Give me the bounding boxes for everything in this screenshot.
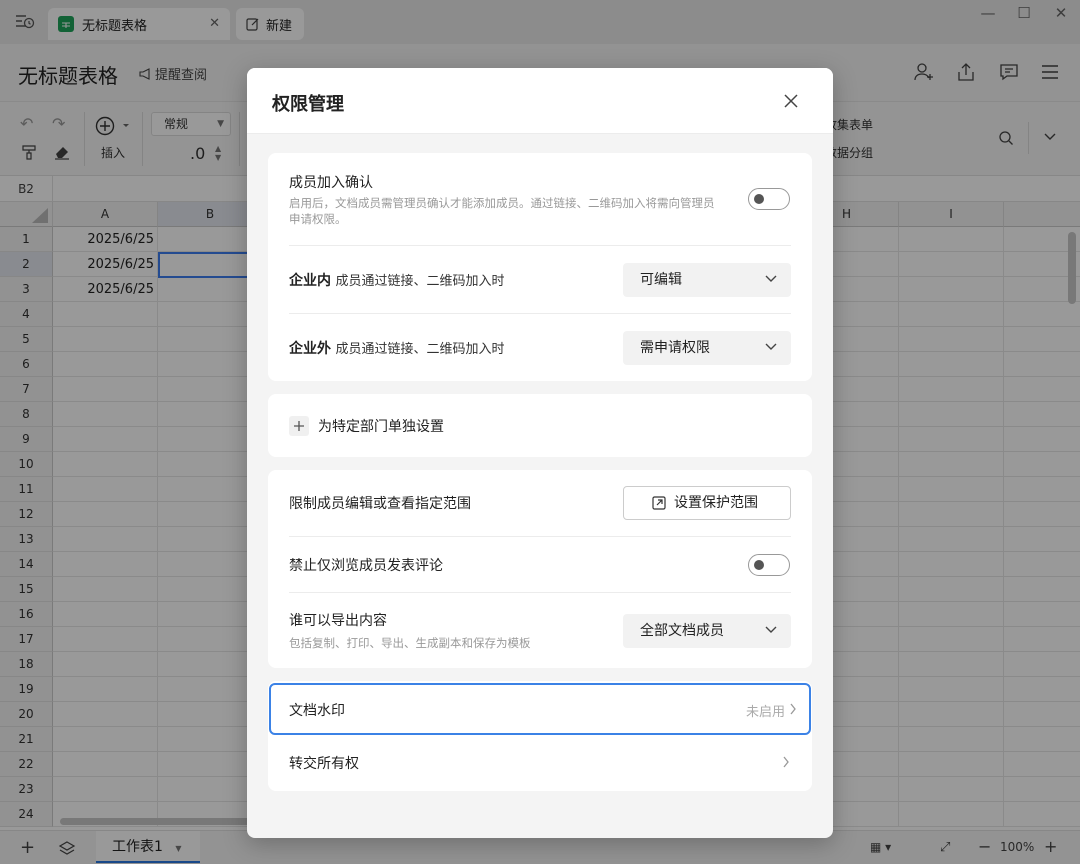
export-permission-value: 全部文档成员 xyxy=(640,623,724,639)
export-permission-select[interactable]: 全部文档成员 xyxy=(623,614,791,648)
external-bold: 企业外 xyxy=(289,341,331,357)
advanced-card: 文档水印 未启用 转交所有权 xyxy=(268,681,812,791)
chevron-right-icon xyxy=(789,703,797,715)
watermark-status: 未启用 xyxy=(745,705,785,720)
divider xyxy=(289,536,791,537)
internal-permission-value: 可编辑 xyxy=(640,272,682,288)
plus-icon xyxy=(289,416,309,436)
external-join-label: 企业外 成员通过链接、二维码加入时 xyxy=(289,338,504,358)
restriction-card: 限制成员编辑或查看指定范围 设置保护范围 禁止仅浏览成员发表评论 谁可以导出内容… xyxy=(268,470,812,668)
member-join-label: 成员加入确认 xyxy=(289,175,373,191)
export-label: 谁可以导出内容 xyxy=(289,613,387,629)
external-link-icon xyxy=(652,496,666,510)
chevron-down-icon xyxy=(765,626,777,634)
no-comment-label: 禁止仅浏览成员发表评论 xyxy=(289,558,443,574)
member-join-description: 启用后，文档成员需管理员确认才能添加成员。通过链接、二维码加入将需向管理员申请权… xyxy=(289,196,715,226)
internal-text: 成员通过链接、二维码加入时 xyxy=(335,274,505,289)
set-protection-range-label: 设置保护范围 xyxy=(674,495,758,511)
dept-setting-label: 为特定部门单独设置 xyxy=(318,419,444,435)
internal-bold: 企业内 xyxy=(289,273,331,289)
permission-dialog: 权限管理 成员加入确认 启用后，文档成员需管理员确认才能添加成员。通过链接、二维… xyxy=(247,68,833,838)
internal-permission-select[interactable]: 可编辑 xyxy=(623,263,791,297)
divider xyxy=(289,245,791,246)
transfer-ownership-row[interactable]: 转交所有权 xyxy=(268,739,812,789)
chevron-down-icon xyxy=(765,343,777,351)
dialog-header: 权限管理 xyxy=(247,68,833,134)
join-settings-card: 成员加入确认 启用后，文档成员需管理员确认才能添加成员。通过链接、二维码加入将需… xyxy=(268,153,812,381)
chevron-down-icon xyxy=(765,275,777,283)
watermark-row[interactable]: 文档水印 未启用 xyxy=(269,683,811,735)
member-join-toggle[interactable] xyxy=(748,188,790,210)
dept-setting-card[interactable]: 为特定部门单独设置 xyxy=(268,394,812,457)
divider xyxy=(289,313,791,314)
chevron-right-icon xyxy=(782,756,790,768)
close-icon[interactable] xyxy=(783,93,799,109)
transfer-ownership-label: 转交所有权 xyxy=(289,756,359,772)
restrict-range-label: 限制成员编辑或查看指定范围 xyxy=(289,496,471,512)
no-comment-toggle[interactable] xyxy=(748,554,790,576)
internal-join-label: 企业内 成员通过链接、二维码加入时 xyxy=(289,270,504,290)
set-protection-range-button[interactable]: 设置保护范围 xyxy=(623,486,791,520)
watermark-label: 文档水印 xyxy=(289,703,345,719)
external-permission-value: 需申请权限 xyxy=(640,340,710,356)
export-description: 包括复制、打印、导出、生成副本和保存为模板 xyxy=(289,636,531,650)
external-permission-select[interactable]: 需申请权限 xyxy=(623,331,791,365)
dialog-title: 权限管理 xyxy=(272,94,344,115)
divider xyxy=(289,592,791,593)
external-text: 成员通过链接、二维码加入时 xyxy=(335,342,505,357)
